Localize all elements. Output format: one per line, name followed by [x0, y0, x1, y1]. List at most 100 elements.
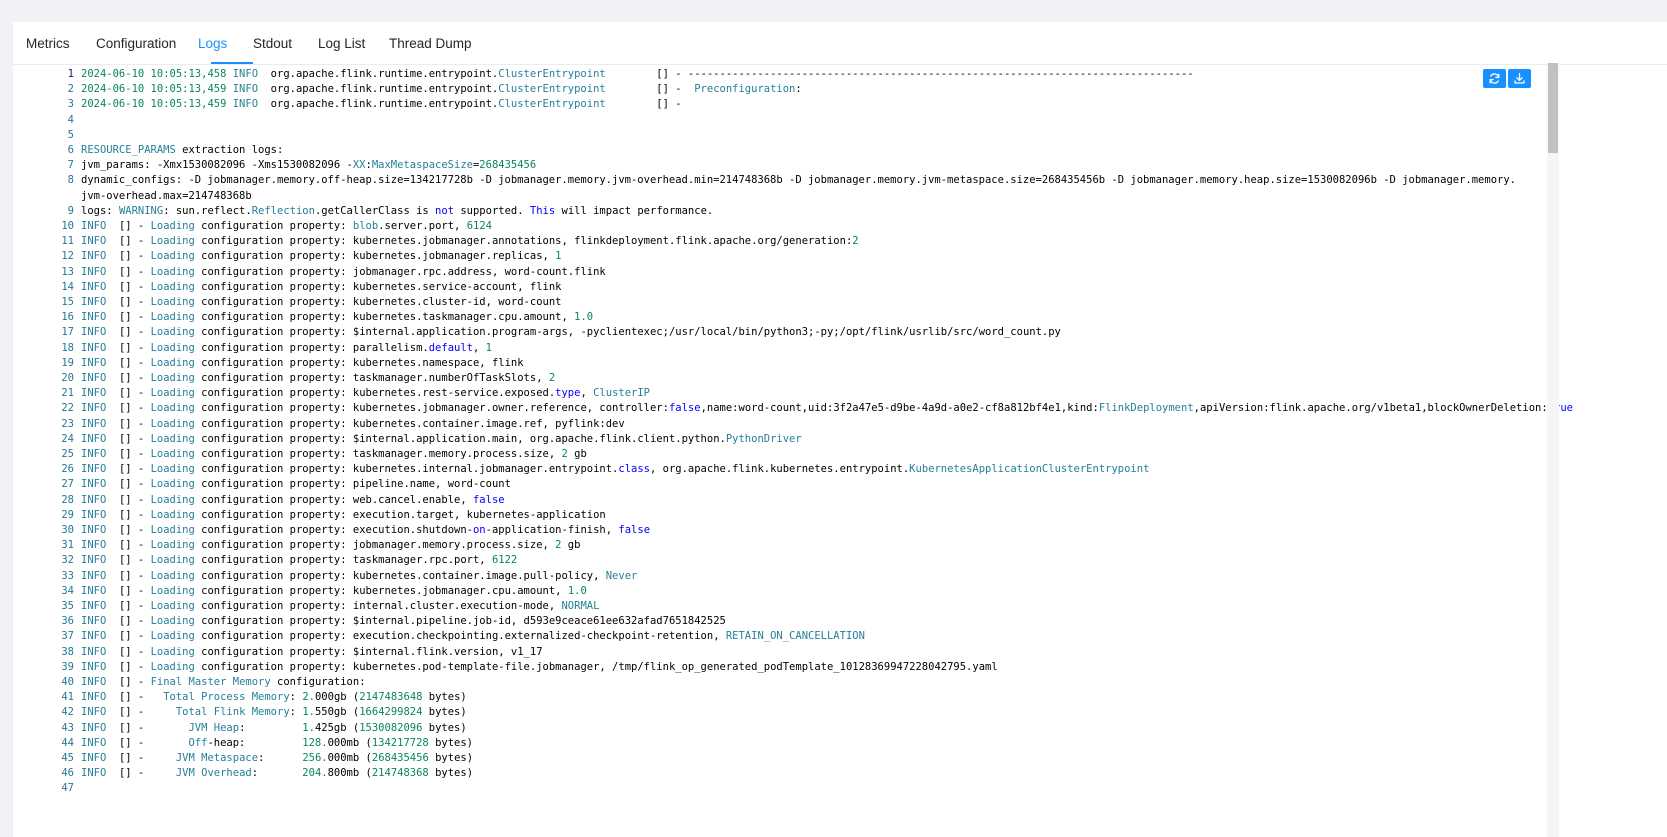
line-number: 32	[61, 554, 74, 567]
log-text: INFO [] - Loading configuration property…	[81, 645, 543, 658]
log-line: 41 INFO [] - Total Process Memory: 2.000g…	[13, 689, 1647, 705]
log-line: 9 logs: WARNING: sun.reflect.Reflection.g…	[13, 203, 1647, 219]
line-number: 25	[61, 448, 74, 460]
log-line: 5	[13, 127, 1647, 143]
log-text: dynamic_configs: -D jobmanager.memory.of…	[81, 174, 1516, 187]
log-line: 45 INFO [] - JVM Metaspace: 256.000mb (26…	[13, 750, 1647, 766]
tab-configuration[interactable]: Configuration	[96, 36, 176, 51]
log-line: 20 INFO [] - Loading configuration proper…	[13, 370, 1647, 386]
tab-metrics[interactable]: Metrics	[26, 36, 70, 51]
log-line: 3 2024-06-10 10:05:13,459 INFO org.apache…	[13, 96, 1647, 112]
log-line: 31 INFO [] - Loading configuration proper…	[13, 537, 1647, 553]
log-line: 18 INFO [] - Loading configuration proper…	[13, 340, 1647, 356]
log-line: 11 INFO [] - Loading configuration proper…	[13, 233, 1647, 249]
log-line: 43 INFO [] - JVM Heap: 1.425gb (153008209…	[13, 720, 1647, 736]
log-text: INFO [] - Loading configuration property…	[81, 402, 1573, 415]
log-line: 22 INFO [] - Loading configuration proper…	[13, 400, 1647, 416]
log-line: 29 INFO [] - Loading configuration proper…	[13, 507, 1647, 523]
log-text: INFO [] - Loading configuration property…	[81, 554, 518, 567]
log-line: 21 INFO [] - Loading configuration proper…	[13, 385, 1647, 401]
log-line: 44 INFO [] - Off-heap: 128.000mb (1342177…	[13, 735, 1647, 751]
line-number: 2	[67, 83, 74, 96]
log-text: 2024-06-10 10:05:13,459 INFO org.apache.…	[81, 83, 802, 96]
line-number: 21	[61, 387, 74, 400]
line-number: 36	[61, 615, 74, 628]
line-number: 26	[61, 463, 74, 476]
log-text: INFO [] - Loading configuration property…	[81, 235, 859, 248]
tab-stdout[interactable]: Stdout	[253, 36, 292, 51]
log-line: 32 INFO [] - Loading configuration proper…	[13, 552, 1647, 568]
scrollbar-thumb[interactable]	[1548, 63, 1558, 153]
line-number: 47	[61, 782, 74, 795]
line-number: 3	[67, 98, 74, 111]
log-text: INFO [] - Final Master Memory configurat…	[81, 676, 366, 688]
line-number: 27	[61, 478, 74, 491]
log-line: 6 RESOURCE_PARAMS extraction logs:	[13, 142, 1647, 158]
line-number: 22	[61, 402, 74, 415]
line-number: 34	[61, 584, 74, 597]
log-text: INFO [] - Loading configuration property…	[81, 493, 505, 506]
active-tab-indicator	[211, 62, 253, 64]
log-text: 2024-06-10 10:05:13,459 INFO org.apache.…	[81, 98, 682, 111]
line-number: 1	[67, 68, 74, 80]
log-text: INFO [] - Total Flink Memory: 1.550gb (1…	[81, 706, 467, 719]
log-text: INFO [] - Loading configuration property…	[81, 326, 1061, 339]
line-number: 14	[61, 280, 74, 293]
log-text: INFO [] - Loading configuration property…	[81, 478, 511, 491]
log-line: 19 INFO [] - Loading configuration proper…	[13, 355, 1647, 371]
log-line: 42 INFO [] - Total Flink Memory: 1.550gb …	[13, 704, 1647, 720]
line-number: 10	[61, 220, 74, 232]
log-line: 26 INFO [] - Loading configuration proper…	[13, 461, 1647, 477]
line-number: 28	[61, 493, 74, 506]
log-line: 40 INFO [] - Final Master Memory configur…	[13, 674, 1647, 690]
log-line: 27 INFO [] - Loading configuration proper…	[13, 476, 1647, 492]
log-line: 36 INFO [] - Loading configuration proper…	[13, 613, 1647, 629]
line-number: 35	[61, 600, 74, 612]
log-line: 4	[13, 112, 1647, 128]
log-text: jvm_params: -Xmx1530082096 -Xms153008209…	[81, 159, 537, 172]
log-viewer[interactable]: 1 2024-06-10 10:05:13,458 INFO org.apache…	[13, 65, 1647, 837]
line-number: 30	[61, 524, 74, 536]
log-text: INFO [] - Loading configuration property…	[81, 448, 587, 460]
line-number: 5	[67, 128, 74, 141]
log-line: 46 INFO [] - JVM Overhead: 204.800mb (214…	[13, 765, 1647, 781]
log-text: INFO [] - Loading configuration property…	[81, 615, 726, 628]
download-button[interactable]	[1508, 69, 1531, 88]
log-text: INFO [] - Loading configuration property…	[81, 265, 606, 278]
editor-scrollbar[interactable]	[1547, 63, 1559, 837]
line-number: 15	[61, 296, 74, 308]
log-text: INFO [] - JVM Overhead: 204.800mb (21474…	[81, 767, 474, 780]
log-line: 24 INFO [] - Loading configuration proper…	[13, 431, 1647, 447]
tab-logs[interactable]: Logs	[198, 36, 227, 51]
line-number: 38	[61, 645, 74, 658]
log-text: INFO [] - Loading configuration property…	[81, 311, 594, 324]
log-line: 12 INFO [] - Loading configuration proper…	[13, 248, 1647, 264]
log-line: 39 INFO [] - Loading configuration proper…	[13, 659, 1647, 675]
line-number: 24	[61, 432, 74, 445]
log-line: 33 INFO [] - Loading configuration proper…	[13, 568, 1647, 584]
line-number: 42	[61, 706, 74, 719]
line-number: 46	[61, 767, 74, 780]
log-text: INFO [] - Loading configuration property…	[81, 584, 587, 597]
log-text: INFO [] - JVM Heap: 1.425gb (1530082096 …	[81, 721, 467, 734]
log-text: INFO [] - Loading configuration property…	[81, 417, 625, 430]
refresh-button[interactable]	[1483, 69, 1506, 88]
log-line: 34 INFO [] - Loading configuration proper…	[13, 583, 1647, 599]
log-line: 37 INFO [] - Loading configuration proper…	[13, 628, 1647, 644]
tab-thread-dump[interactable]: Thread Dump	[389, 36, 472, 51]
log-text: INFO [] - Loading configuration property…	[81, 508, 606, 521]
log-line: 14 INFO [] - Loading configuration proper…	[13, 279, 1647, 295]
log-line: 13 INFO [] - Loading configuration proper…	[13, 264, 1647, 280]
log-text: INFO [] - Loading configuration property…	[81, 387, 651, 400]
tab-log-list[interactable]: Log List	[318, 36, 365, 51]
log-line: 16 INFO [] - Loading configuration proper…	[13, 309, 1647, 325]
log-line: 30 INFO [] - Loading configuration proper…	[13, 522, 1647, 538]
log-text: logs: WARNING: sun.reflect.Reflection.ge…	[81, 204, 714, 217]
log-line: 15 INFO [] - Loading configuration proper…	[13, 294, 1647, 310]
line-number: 7	[67, 159, 74, 172]
line-number: 44	[61, 736, 74, 749]
log-line: 10 INFO [] - Loading configuration proper…	[13, 218, 1647, 234]
line-number: 33	[61, 569, 74, 582]
log-text: INFO [] - Loading configuration property…	[81, 341, 492, 354]
line-number: 17	[61, 326, 74, 339]
